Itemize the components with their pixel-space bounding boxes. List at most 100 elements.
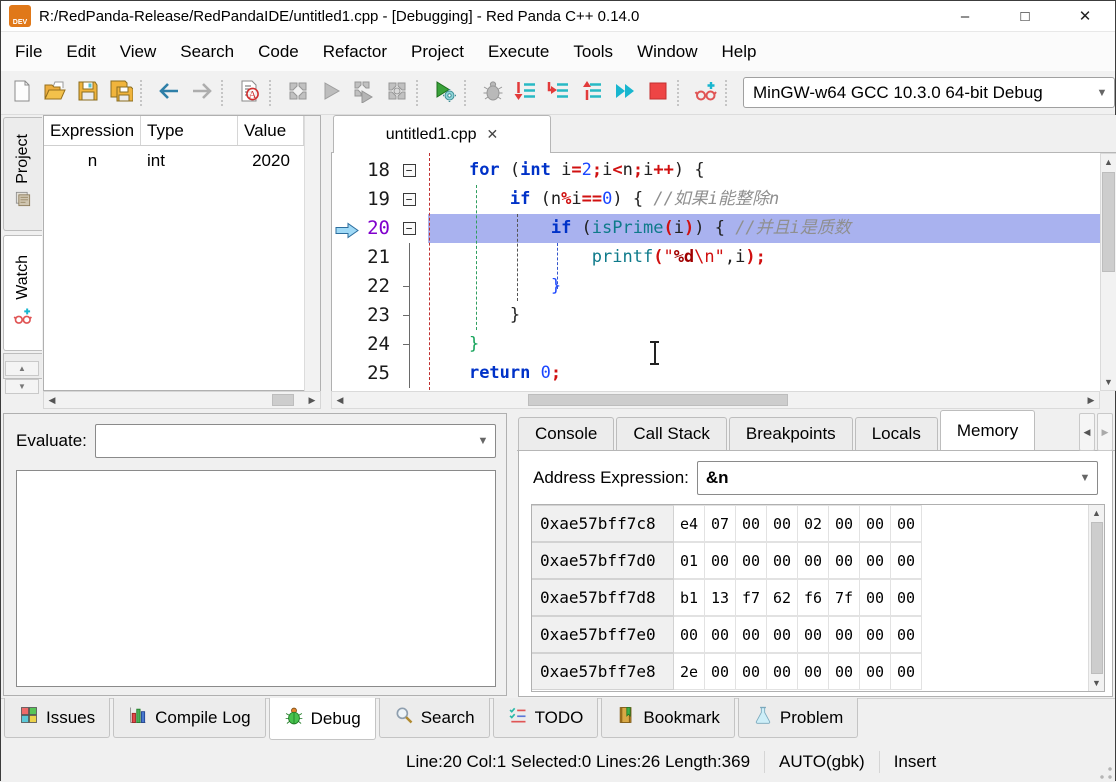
sidebar-scroll-up-button[interactable]: ▲ [5, 361, 39, 376]
scroll-right-icon[interactable]: ▶ [304, 392, 320, 408]
scroll-down-icon[interactable]: ▼ [1089, 675, 1105, 691]
fold-collapse-icon[interactable]: − [403, 164, 416, 177]
memory-byte-cell[interactable]: 00 [767, 616, 798, 653]
scrollbar-thumb[interactable] [1102, 172, 1115, 272]
tab-memory[interactable]: Memory [940, 410, 1035, 450]
menu-edit[interactable]: Edit [54, 32, 107, 71]
menu-help[interactable]: Help [710, 32, 769, 71]
tab-call-stack[interactable]: Call Stack [616, 417, 727, 450]
rebuild-button[interactable] [381, 77, 412, 108]
interrupt-button[interactable] [477, 77, 508, 108]
close-button[interactable]: ✕ [1055, 1, 1115, 31]
debug-button[interactable] [429, 77, 460, 108]
menu-code[interactable]: Code [246, 32, 311, 71]
menu-file[interactable]: File [3, 32, 54, 71]
memory-byte-cell[interactable]: 00 [860, 653, 891, 690]
memory-byte-cell[interactable]: b1 [674, 579, 705, 616]
memory-byte-cell[interactable]: 00 [860, 579, 891, 616]
tab-compile-log[interactable]: Compile Log [113, 698, 265, 738]
memory-byte-cell[interactable]: 00 [891, 653, 922, 690]
sidebar-tab-project[interactable]: Project [3, 117, 42, 231]
memory-byte-cell[interactable]: 00 [860, 505, 891, 542]
scrollbar-thumb[interactable] [528, 394, 788, 406]
continue-button[interactable] [609, 77, 640, 108]
memory-byte-cell[interactable]: 01 [674, 542, 705, 579]
save-button[interactable] [72, 77, 103, 108]
code-editor[interactable]: 18− for (int i=2;i<n;i++) {19− if (n%i==… [331, 153, 1100, 391]
memory-byte-cell[interactable]: e4 [674, 505, 705, 542]
run-button[interactable] [315, 77, 346, 108]
memory-byte-cell[interactable]: 00 [891, 542, 922, 579]
tabs-scroll-left-button[interactable]: ◀ [1079, 413, 1095, 451]
memory-byte-cell[interactable]: 00 [860, 542, 891, 579]
tab-issues[interactable]: Issues [4, 698, 110, 738]
sidebar-tab-watch[interactable]: Watch [3, 235, 42, 351]
menu-search[interactable]: Search [168, 32, 246, 71]
open-button[interactable] [39, 77, 70, 108]
tab-problem[interactable]: Problem [738, 698, 858, 738]
scrollbar-thumb[interactable] [272, 394, 294, 406]
add-watch-button[interactable] [690, 77, 721, 108]
memory-byte-cell[interactable]: 00 [767, 505, 798, 542]
memory-byte-cell[interactable]: 00 [829, 653, 860, 690]
minimize-button[interactable]: – [935, 1, 995, 31]
compile-button[interactable] [282, 77, 313, 108]
tab-locals[interactable]: Locals [855, 417, 938, 450]
step-into-button[interactable] [543, 77, 574, 108]
back-button[interactable] [153, 77, 184, 108]
step-over-button[interactable] [510, 77, 541, 108]
editor-vertical-scrollbar[interactable]: ▲ ▼ [1100, 153, 1116, 391]
memory-byte-cell[interactable]: 07 [705, 505, 736, 542]
memory-vertical-scrollbar[interactable]: ▲ ▼ [1088, 505, 1104, 691]
watch-row[interactable]: nint2020 [44, 146, 320, 176]
find-in-files-button[interactable]: A [234, 77, 265, 108]
address-expression-input[interactable]: &n ▼ [697, 461, 1098, 495]
tab-bookmark[interactable]: Bookmark [601, 698, 735, 738]
memory-byte-cell[interactable]: 00 [860, 616, 891, 653]
scroll-left-icon[interactable]: ◀ [332, 392, 348, 408]
forward-button[interactable] [186, 77, 217, 108]
scroll-right-icon[interactable]: ▶ [1083, 392, 1099, 408]
scrollbar-thumb[interactable] [1091, 522, 1103, 674]
evaluate-input[interactable]: ▼ [95, 424, 496, 458]
memory-byte-cell[interactable]: 00 [705, 653, 736, 690]
resize-grip[interactable] [1099, 766, 1113, 780]
watch-vertical-scrollbar[interactable] [304, 116, 320, 392]
memory-byte-cell[interactable]: 00 [736, 542, 767, 579]
memory-byte-cell[interactable]: 00 [829, 542, 860, 579]
maximize-button[interactable]: □ [995, 1, 1055, 31]
memory-byte-cell[interactable]: 00 [767, 542, 798, 579]
compile-and-run-button[interactable] [348, 77, 379, 108]
memory-byte-cell[interactable]: 00 [798, 616, 829, 653]
memory-byte-cell[interactable]: 2e [674, 653, 705, 690]
fold-collapse-icon[interactable]: − [403, 193, 416, 206]
menu-view[interactable]: View [108, 32, 169, 71]
scroll-up-icon[interactable]: ▲ [1089, 505, 1105, 521]
menu-refactor[interactable]: Refactor [311, 32, 399, 71]
memory-byte-cell[interactable]: 13 [705, 579, 736, 616]
new-file-button[interactable] [6, 77, 37, 108]
memory-byte-cell[interactable]: 00 [829, 505, 860, 542]
memory-byte-cell[interactable]: 00 [705, 542, 736, 579]
memory-byte-cell[interactable]: f6 [798, 579, 829, 616]
tab-breakpoints[interactable]: Breakpoints [729, 417, 853, 450]
memory-byte-cell[interactable]: 00 [891, 579, 922, 616]
menu-execute[interactable]: Execute [476, 32, 561, 71]
tab-close-icon[interactable]: ✕ [487, 126, 499, 143]
tabs-scroll-right-button[interactable]: ▶ [1097, 413, 1113, 451]
memory-byte-cell[interactable]: 00 [798, 542, 829, 579]
menu-project[interactable]: Project [399, 32, 476, 71]
compiler-set-select[interactable]: MinGW-w64 GCC 10.3.0 64-bit Debug ▼ [743, 77, 1115, 108]
memory-byte-cell[interactable]: 00 [891, 616, 922, 653]
save-all-button[interactable] [105, 77, 136, 108]
scroll-up-icon[interactable]: ▲ [1101, 154, 1116, 170]
memory-byte-cell[interactable]: 00 [891, 505, 922, 542]
scroll-down-icon[interactable]: ▼ [1101, 374, 1116, 390]
tab-debug[interactable]: Debug [269, 698, 376, 740]
menu-tools[interactable]: Tools [561, 32, 625, 71]
tab-search[interactable]: Search [379, 698, 490, 738]
tab-console[interactable]: Console [518, 417, 614, 450]
editor-tab-untitled1[interactable]: untitled1.cpp ✕ [333, 115, 551, 153]
fold-collapse-icon[interactable]: − [403, 222, 416, 235]
stop-button[interactable] [642, 77, 673, 108]
